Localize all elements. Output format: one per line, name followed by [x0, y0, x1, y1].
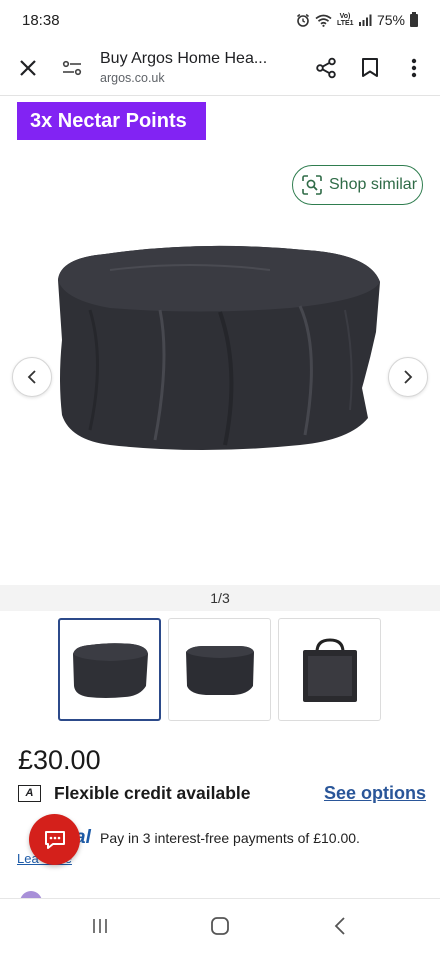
chevron-left-icon [27, 370, 36, 384]
thumbnail-1[interactable] [58, 618, 161, 721]
product-price: £30.00 [18, 745, 101, 775]
status-icons: Vo) LTE1 75% [296, 11, 418, 28]
thumbnail-image [302, 637, 357, 702]
close-button[interactable] [6, 46, 50, 90]
signal-icon [358, 14, 372, 26]
nectar-dot-icon [20, 891, 42, 898]
recent-apps-icon [93, 919, 107, 933]
thumbnail-2[interactable] [168, 618, 271, 721]
status-time: 18:38 [22, 11, 60, 29]
system-nav-bar [0, 898, 440, 953]
battery-icon [410, 11, 418, 27]
more-vert-icon [411, 58, 417, 77]
product-image[interactable] [50, 240, 390, 460]
nectar-points-badge: 3x Nectar Points [17, 102, 206, 140]
alarm-icon [296, 13, 309, 27]
chevron-right-icon [404, 370, 413, 384]
bookmark-icon [362, 58, 378, 77]
custom-tab-toolbar: Buy Argos Home Hea... argos.co.uk [0, 40, 440, 96]
home-icon [211, 917, 229, 935]
bookmark-button[interactable] [348, 46, 392, 90]
page-info[interactable]: Buy Argos Home Hea... argos.co.uk [100, 50, 304, 85]
thumbnail-strip [58, 618, 381, 721]
image-counter: 1/3 [210, 590, 230, 606]
close-icon [20, 59, 36, 76]
next-section-peek [20, 886, 420, 898]
battery-percent: 75% [376, 12, 405, 28]
flexible-credit-text: Flexible credit available [54, 782, 251, 803]
back-icon [334, 917, 345, 935]
thumbnail-image [185, 645, 254, 695]
recent-apps-button[interactable] [78, 904, 122, 948]
toolbar-actions [304, 46, 436, 90]
next-image-button[interactable] [388, 357, 428, 397]
thumbnail-3[interactable] [278, 618, 381, 721]
page-url: argos.co.uk [100, 71, 165, 85]
flexible-credit-row: A Flexible credit available See options [18, 781, 426, 805]
page-settings-icon [62, 60, 82, 75]
lens-search-icon [302, 175, 322, 195]
page-settings-button[interactable] [50, 46, 94, 90]
more-options-button[interactable] [392, 46, 436, 90]
share-button[interactable] [304, 46, 348, 90]
paypal-pay-in-3-text: Pay in 3 interest-free payments of £10.0… [100, 830, 360, 846]
argos-card-icon: A [18, 784, 41, 802]
home-button[interactable] [198, 904, 242, 948]
thumbnail-image [72, 642, 148, 698]
wifi-icon [315, 14, 332, 27]
network-label: Vo) LTE1 [336, 13, 354, 27]
share-icon [316, 57, 336, 78]
shop-similar-label: Shop similar [329, 176, 418, 193]
previous-image-button[interactable] [12, 357, 52, 397]
see-options-link[interactable]: See options [324, 783, 426, 804]
page-title: Buy Argos Home Hea... [100, 50, 268, 67]
status-bar: 18:38 Vo) LTE1 75% [0, 0, 440, 40]
shop-similar-button[interactable]: Shop similar [292, 165, 423, 205]
chat-icon [44, 830, 65, 849]
image-pager: 1/3 [0, 585, 440, 611]
chat-button[interactable] [29, 814, 80, 865]
back-button[interactable] [318, 904, 362, 948]
